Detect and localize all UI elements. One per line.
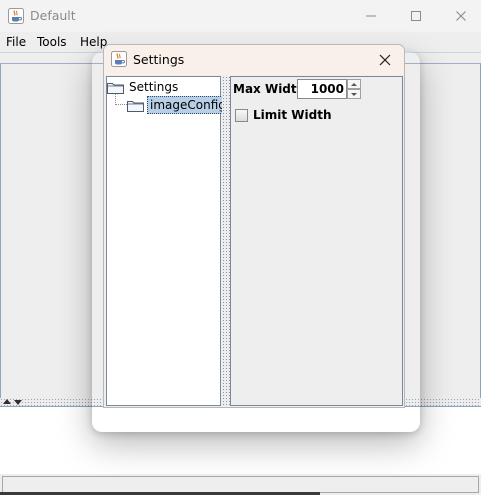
expand-down-arrow-icon[interactable]: [14, 400, 22, 405]
limit-width-checkbox-row[interactable]: Limit Width: [235, 107, 332, 123]
settings-dialog: Settings Settings imageConfig Max Width …: [103, 44, 405, 408]
expand-up-arrow-icon[interactable]: [3, 399, 11, 404]
dialog-body: Settings imageConfig Max Width 1000 Limi…: [104, 75, 404, 407]
max-width-spinner[interactable]: 1000: [297, 79, 361, 99]
dialog-title: Settings: [133, 52, 185, 67]
settings-tree[interactable]: Settings imageConfig: [106, 76, 229, 406]
menu-file[interactable]: File: [6, 34, 26, 50]
tree-node-settings[interactable]: Settings: [107, 78, 180, 96]
dialog-close-button[interactable]: [376, 51, 394, 69]
chevron-up-icon: [351, 82, 357, 86]
image-config-panel: Max Width 1000 Limit Width: [230, 76, 403, 406]
close-button[interactable]: [438, 0, 481, 32]
chevron-down-icon: [351, 92, 357, 96]
minimize-button[interactable]: [348, 0, 394, 32]
close-icon: [379, 54, 391, 66]
limit-width-label: Limit Width: [253, 108, 332, 122]
java-app-icon: [111, 51, 127, 67]
tree-label-settings: Settings: [129, 80, 179, 94]
spinner-increment-button[interactable]: [347, 79, 361, 89]
menu-tools[interactable]: Tools: [37, 34, 67, 50]
main-content-panel: [0, 64, 104, 398]
java-app-icon: [8, 8, 24, 24]
max-width-input[interactable]: 1000: [297, 79, 347, 99]
main-window-title: Default: [30, 8, 76, 23]
folder-icon: [107, 82, 124, 94]
tree-label-imageconfig: imageConfig: [147, 96, 229, 114]
close-icon: [456, 11, 466, 21]
status-field: [2, 476, 479, 493]
dialog-split-divider[interactable]: [222, 76, 230, 406]
main-titlebar[interactable]: Default: [0, 0, 481, 32]
dialog-titlebar[interactable]: Settings: [104, 45, 404, 75]
tree-node-imageconfig[interactable]: imageConfig: [127, 96, 229, 114]
maximize-button[interactable]: [393, 0, 439, 32]
folder-icon: [127, 100, 144, 112]
max-width-label: Max Width: [233, 82, 306, 96]
maximize-icon: [411, 11, 421, 21]
minimize-icon: [366, 15, 376, 17]
spinner-decrement-button[interactable]: [347, 89, 361, 99]
limit-width-checkbox[interactable]: [235, 108, 248, 122]
